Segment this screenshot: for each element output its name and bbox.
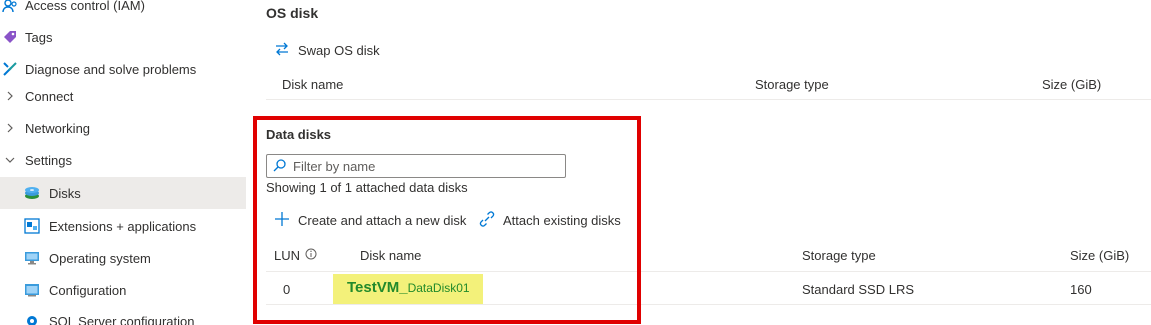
sidebar-nav: Access control (IAM) Tags Diagnose and s… xyxy=(0,0,246,325)
sidebar-item-disks[interactable]: Disks xyxy=(0,177,246,209)
sidebar-item-tags[interactable]: Tags xyxy=(0,21,246,53)
os-disk-title: OS disk xyxy=(266,5,319,21)
people-icon xyxy=(2,0,18,14)
disk-name-prefix: TestVM_ xyxy=(347,279,408,296)
sidebar-item-label: Access control (IAM) xyxy=(25,0,145,13)
sidebar-item-label: Diagnose and solve problems xyxy=(25,62,197,77)
chevron-down-icon xyxy=(2,152,18,168)
monitor-icon xyxy=(24,250,40,266)
sidebar-item-label: Operating system xyxy=(49,251,151,266)
tag-icon xyxy=(2,29,18,45)
filter-box[interactable] xyxy=(266,154,566,178)
sidebar-item-label: Networking xyxy=(25,121,91,136)
plus-icon xyxy=(274,211,290,230)
chevron-right-icon xyxy=(2,120,18,136)
sidebar-item-operating-system[interactable]: Operating system xyxy=(0,242,246,274)
col-storage-type: Storage type xyxy=(802,248,876,263)
row-lun: 0 xyxy=(283,282,291,297)
data-header-divider xyxy=(266,271,1151,272)
sidebar-item-label: Disks xyxy=(49,186,81,201)
attach-existing-label: Attach existing disks xyxy=(503,213,621,228)
sidebar-item-networking[interactable]: Networking xyxy=(0,112,246,144)
sidebar-item-configuration[interactable]: Configuration xyxy=(0,274,246,306)
disk-icon xyxy=(24,185,40,201)
os-col-size: Size (GiB) xyxy=(1042,77,1102,92)
sidebar-item-label: Settings xyxy=(25,153,72,168)
search-icon xyxy=(273,158,287,175)
os-col-storage-type: Storage type xyxy=(755,77,829,92)
data-disks-title: Data disks xyxy=(266,127,332,142)
sidebar-item-label: Extensions + applications xyxy=(49,219,197,234)
disk-name-link[interactable]: TestVM_ DataDisk01 xyxy=(333,274,483,304)
extensions-icon xyxy=(24,218,40,234)
attach-link-icon xyxy=(479,211,495,230)
info-icon[interactable] xyxy=(305,248,317,263)
sidebar-item-access-control[interactable]: Access control (IAM) xyxy=(0,0,246,22)
filter-input[interactable] xyxy=(293,158,553,174)
swap-icon xyxy=(274,41,290,60)
row-storage-type: Standard SSD LRS xyxy=(802,282,915,297)
row-size: 160 xyxy=(1070,282,1092,297)
sidebar-item-connect[interactable]: Connect xyxy=(0,80,246,112)
sidebar-item-label: SQL Server configuration xyxy=(49,314,195,325)
attach-existing-disks-button[interactable]: Attach existing disks xyxy=(479,211,621,230)
os-col-disk-name: Disk name xyxy=(282,77,344,92)
chevron-right-icon xyxy=(2,88,18,104)
sidebar-item-sql-server-configuration[interactable]: SQL Server configuration xyxy=(0,306,246,325)
sidebar-item-settings[interactable]: Settings xyxy=(0,144,246,176)
swap-os-disk-label: Swap OS disk xyxy=(298,43,380,58)
col-disk-name: Disk name xyxy=(360,248,422,263)
disk-name-suffix: DataDisk01 xyxy=(407,281,470,295)
wrench-icon xyxy=(2,61,18,77)
sidebar-item-label: Tags xyxy=(25,30,53,45)
sql-gear-icon xyxy=(24,313,40,325)
os-header-divider xyxy=(266,99,1151,100)
col-size: Size (GiB) xyxy=(1070,248,1130,263)
showing-count-text: Showing 1 of 1 attached data disks xyxy=(266,180,468,195)
create-attach-disk-button[interactable]: Create and attach a new disk xyxy=(274,211,466,230)
col-lun-label: LUN xyxy=(274,248,301,263)
sidebar-item-label: Configuration xyxy=(49,283,127,298)
row-divider xyxy=(266,304,1151,305)
sidebar-item-extensions[interactable]: Extensions + applications xyxy=(0,210,246,242)
swap-os-disk-button[interactable]: Swap OS disk xyxy=(274,41,380,60)
configuration-icon xyxy=(24,282,40,298)
create-attach-label: Create and attach a new disk xyxy=(298,213,467,228)
col-lun: LUN xyxy=(274,248,317,263)
sidebar-item-label: Connect xyxy=(25,89,74,104)
